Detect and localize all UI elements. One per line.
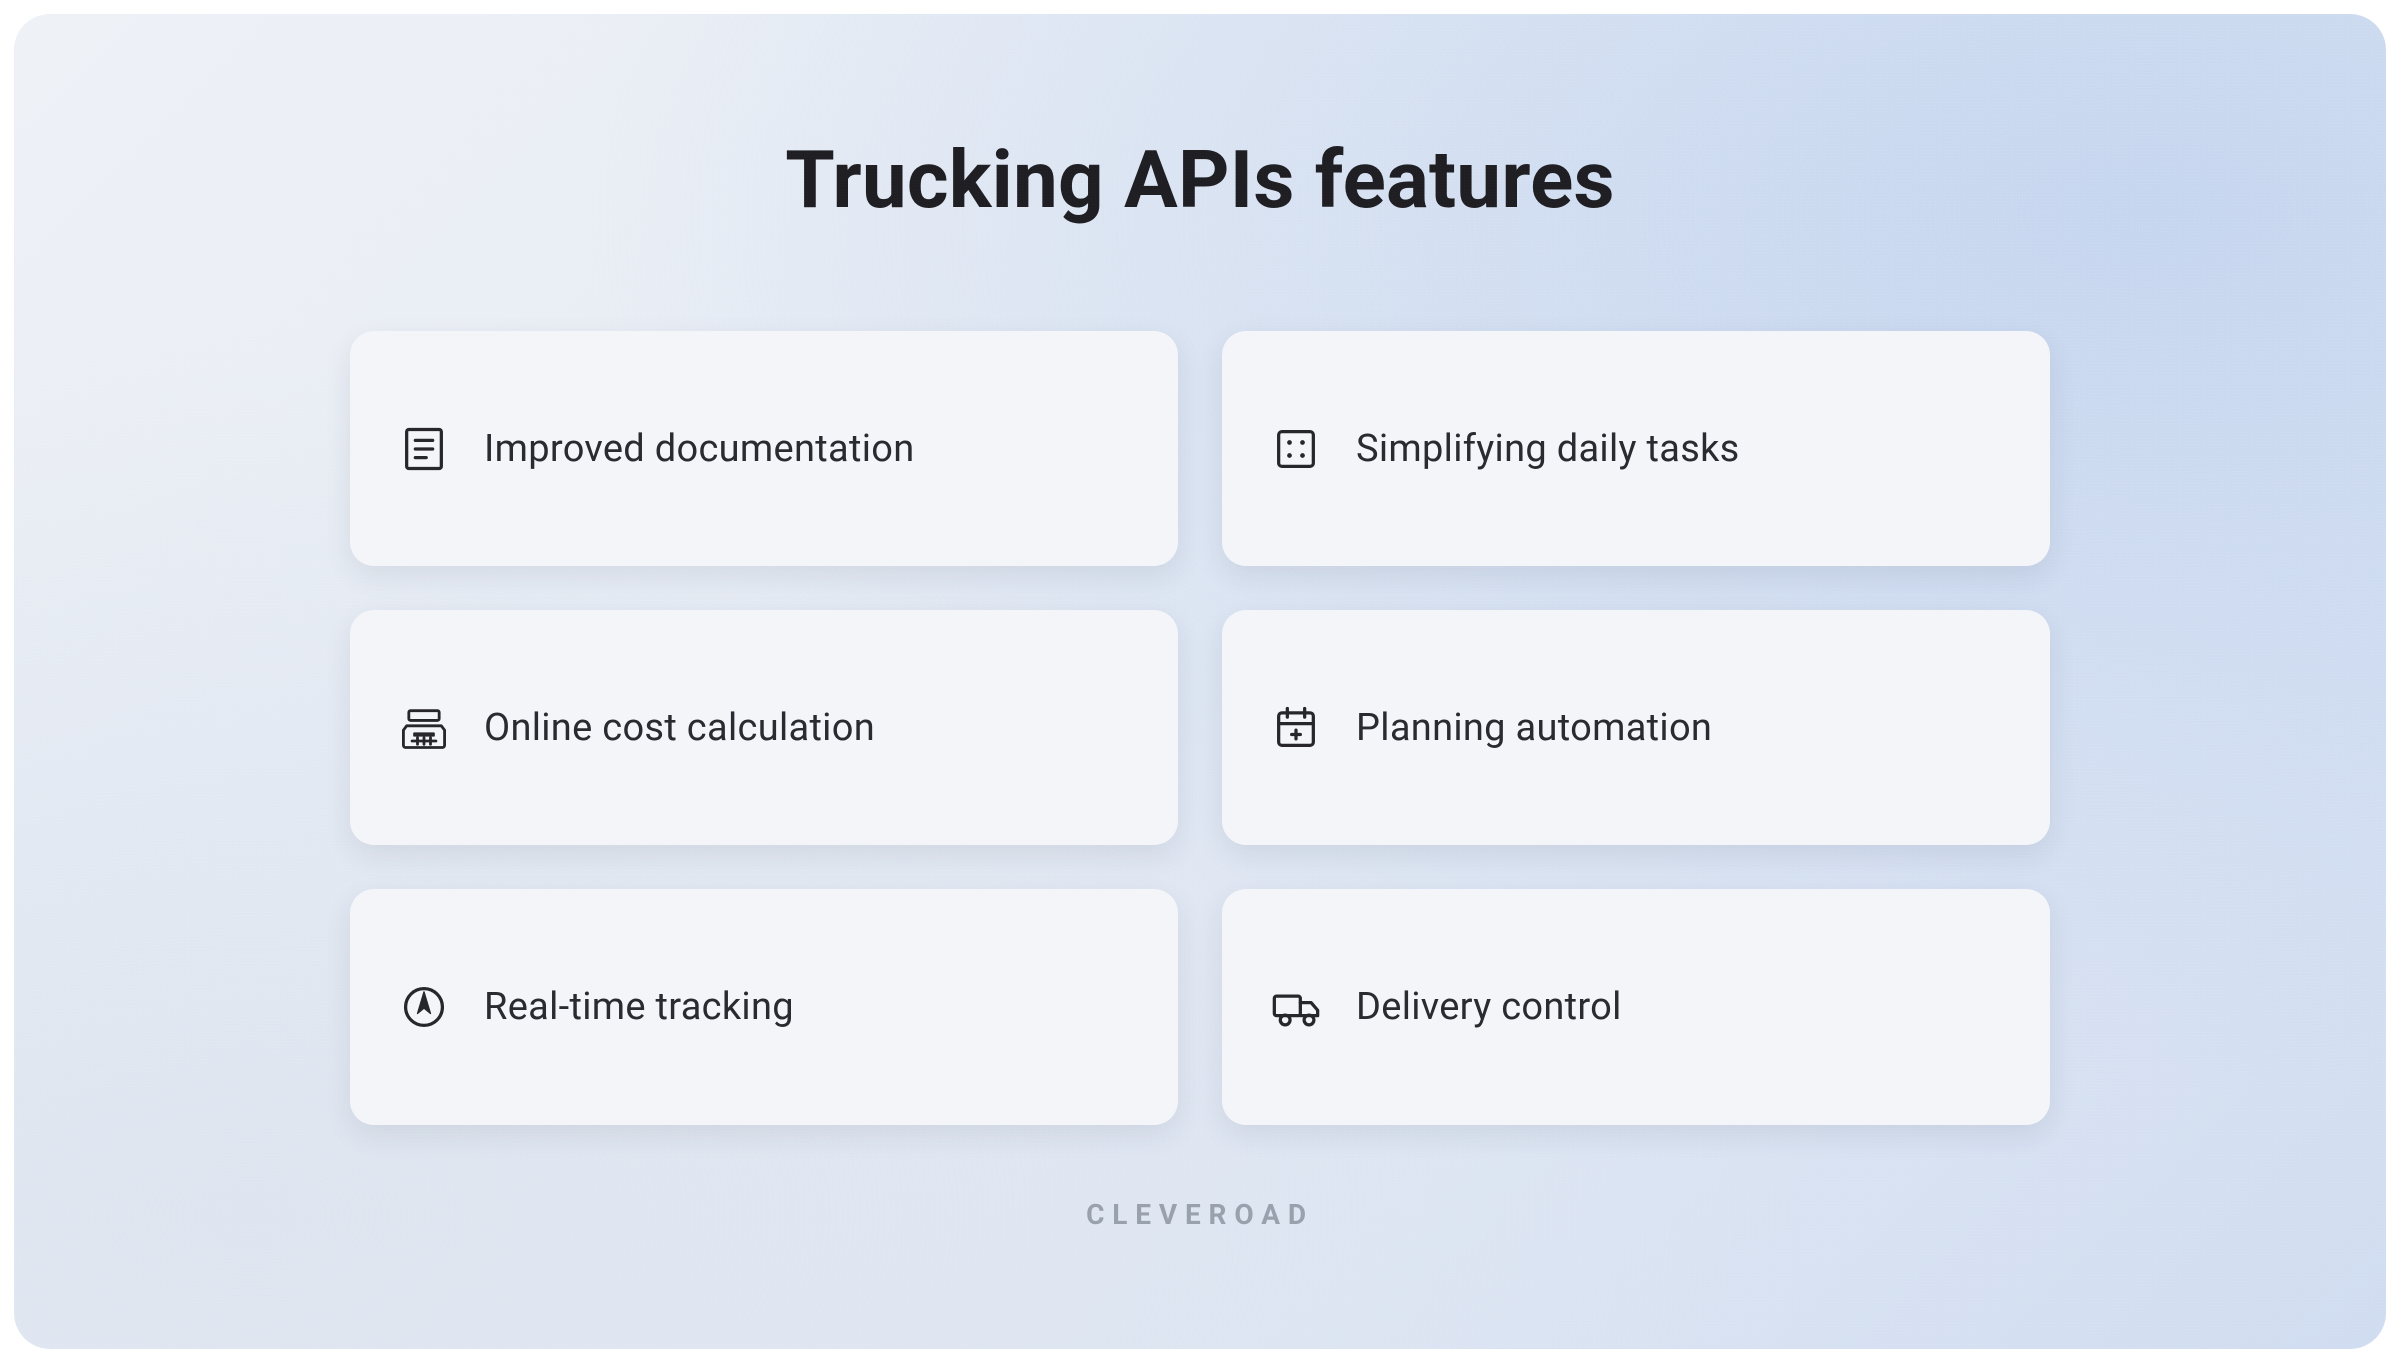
feature-label: Planning automation: [1356, 706, 1712, 750]
feature-grid: Improved documentation Simplifying daily…: [350, 331, 2050, 1125]
compass-icon: [398, 981, 450, 1033]
feature-label: Online cost calculation: [484, 706, 875, 750]
feature-card-simplify: Simplifying daily tasks: [1222, 331, 2050, 566]
grid-dots-icon: [1270, 423, 1322, 475]
feature-card-planning: Planning automation: [1222, 610, 2050, 845]
feature-card-documentation: Improved documentation: [350, 331, 1178, 566]
page-title: Trucking APIs features: [785, 133, 1615, 227]
feature-infographic: Trucking APIs features Improved document…: [14, 14, 2386, 1349]
brand-watermark: CLEVEROAD: [1086, 1125, 1314, 1231]
truck-icon: [1270, 981, 1322, 1033]
feature-label: Delivery control: [1356, 985, 1622, 1029]
feature-card-delivery: Delivery control: [1222, 889, 2050, 1124]
calculator-icon: [398, 702, 450, 754]
feature-label: Real-time tracking: [484, 985, 794, 1029]
feature-label: Improved documentation: [484, 427, 915, 471]
feature-card-tracking: Real-time tracking: [350, 889, 1178, 1124]
calendar-icon: [1270, 702, 1322, 754]
feature-card-cost-calc: Online cost calculation: [350, 610, 1178, 845]
feature-label: Simplifying daily tasks: [1356, 427, 1740, 471]
document-icon: [398, 423, 450, 475]
